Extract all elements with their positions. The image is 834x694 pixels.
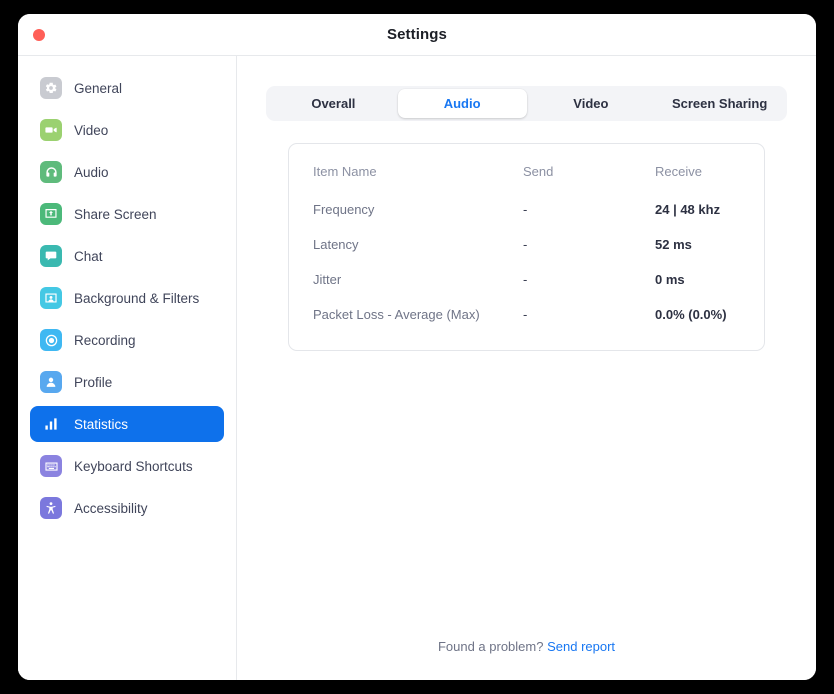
sidebar-item-video[interactable]: Video	[30, 112, 224, 148]
sidebar-item-label: Video	[74, 122, 109, 138]
statistics-card: Item Name Send Receive Frequency - 24 | 48…	[288, 143, 765, 351]
sidebar: General Video Audio Share Screen Chat Backgro…	[18, 56, 237, 680]
cell-send: -	[523, 307, 528, 322]
sidebar-item-chat[interactable]: Chat	[30, 238, 224, 274]
column-header-receive: Receive	[655, 164, 702, 179]
sidebar-item-share-screen[interactable]: Share Screen	[30, 196, 224, 232]
person-icon	[40, 371, 62, 393]
tab-screen-sharing[interactable]: Screen Sharing	[655, 89, 784, 118]
cell-receive: 0.0% (0.0%)	[655, 307, 727, 322]
table-row: Latency - 52 ms	[313, 227, 740, 262]
tab-video[interactable]: Video	[527, 89, 656, 118]
gear-icon	[40, 77, 62, 99]
title-bar: Settings	[18, 14, 816, 56]
sidebar-item-label: Background & Filters	[74, 290, 200, 306]
sidebar-item-profile[interactable]: Profile	[30, 364, 224, 400]
column-header-send: Send	[523, 164, 554, 179]
sidebar-item-label: Profile	[74, 374, 113, 390]
sidebar-item-audio[interactable]: Audio	[30, 154, 224, 190]
page-title: Settings	[387, 26, 447, 43]
window-body: General Video Audio Share Screen Chat Backgro…	[18, 56, 816, 680]
person-frame-icon	[40, 287, 62, 309]
table-row: Packet Loss - Average (Max) - 0.0% (0.0%)	[313, 297, 740, 332]
sidebar-item-keyboard-shortcuts[interactable]: Keyboard Shortcuts	[30, 448, 224, 484]
record-circle-icon	[40, 329, 62, 351]
column-header-item-name: Item Name	[313, 164, 377, 179]
sidebar-item-label: Accessibility	[74, 500, 148, 516]
keyboard-icon	[40, 455, 62, 477]
cell-send: -	[523, 237, 528, 252]
sidebar-item-label: Keyboard Shortcuts	[74, 458, 193, 474]
sidebar-item-label: Recording	[74, 332, 136, 348]
statistics-table: Item Name Send Receive Frequency - 24 | 48…	[313, 158, 740, 332]
tab-audio[interactable]: Audio	[397, 89, 527, 118]
sidebar-item-label: Audio	[74, 164, 109, 180]
cell-item-name: Latency	[313, 237, 359, 252]
app-root: Settings General Video Audio Share Screen Ch…	[0, 0, 834, 694]
sidebar-item-background-filters[interactable]: Background & Filters	[30, 280, 224, 316]
window-controls	[33, 14, 45, 56]
sidebar-item-label: General	[74, 80, 123, 96]
content-area: Overall Audio Video Screen Sharing Item Nam…	[237, 56, 816, 680]
sidebar-item-label: Statistics	[74, 416, 129, 432]
sidebar-item-recording[interactable]: Recording	[30, 322, 224, 358]
sidebar-item-statistics[interactable]: Statistics	[30, 406, 224, 442]
settings-window: Settings General Video Audio Share Screen Ch…	[18, 14, 816, 680]
table-header-row: Item Name Send Receive	[313, 158, 740, 192]
camcorder-icon	[40, 119, 62, 141]
sidebar-item-general[interactable]: General	[30, 70, 224, 106]
cell-receive: 24 | 48 khz	[655, 202, 721, 217]
sidebar-item-label: Chat	[74, 248, 103, 264]
cell-send: -	[523, 272, 528, 287]
table-row: Jitter - 0 ms	[313, 262, 740, 297]
sidebar-item-accessibility[interactable]: Accessibility	[30, 490, 224, 526]
cell-item-name: Jitter	[313, 272, 342, 287]
footer-text: Found a problem?	[437, 639, 544, 654]
headphones-icon	[40, 161, 62, 183]
bar-chart-icon	[40, 413, 62, 435]
cell-receive: 52 ms	[655, 237, 692, 252]
footer: Found a problem? Send report	[261, 639, 792, 680]
send-report-link[interactable]: Send report	[547, 639, 615, 654]
statistics-tabbar: Overall Audio Video Screen Sharing	[266, 86, 787, 121]
cell-item-name: Frequency	[313, 202, 375, 217]
cell-item-name: Packet Loss - Average (Max)	[313, 307, 480, 322]
table-row: Frequency - 24 | 48 khz	[313, 192, 740, 227]
chat-bubble-icon	[40, 245, 62, 267]
share-screen-icon	[40, 203, 62, 225]
close-icon[interactable]	[33, 29, 45, 41]
tab-overall[interactable]: Overall	[269, 89, 398, 118]
sidebar-item-label: Share Screen	[74, 206, 157, 222]
cell-receive: 0 ms	[655, 272, 685, 287]
accessibility-icon	[40, 497, 62, 519]
cell-send: -	[523, 202, 528, 217]
